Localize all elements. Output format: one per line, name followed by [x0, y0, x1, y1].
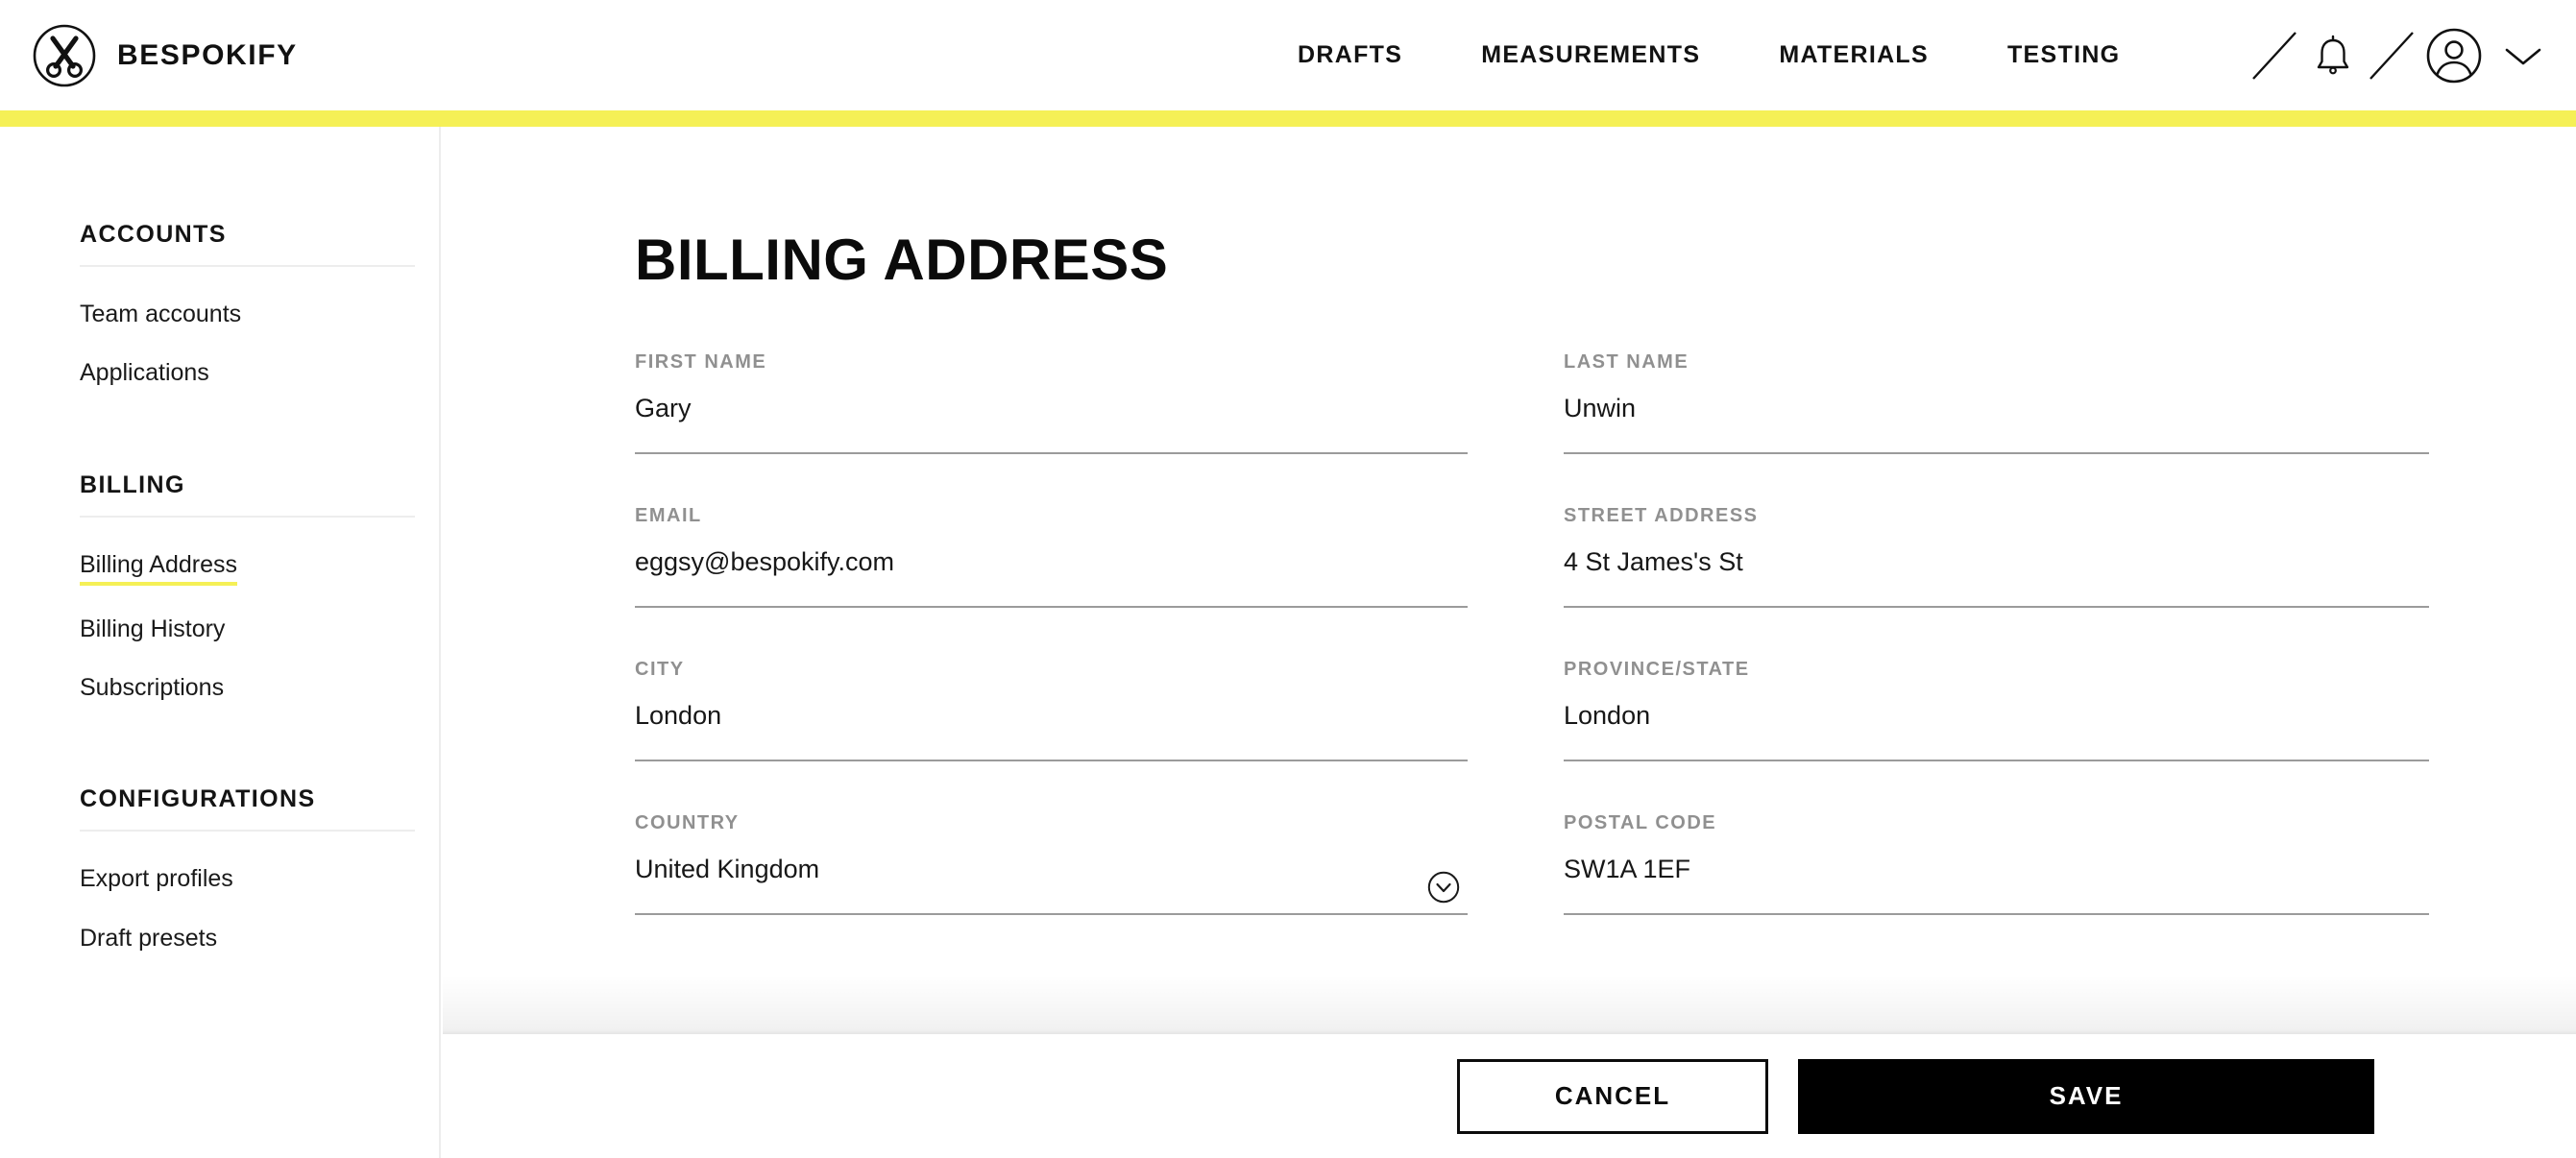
sidebar-item-billing-history[interactable]: Billing History — [80, 615, 225, 644]
email-input[interactable] — [635, 541, 1468, 583]
sidebar-section-billing: BILLING Billing Address Billing History … — [0, 471, 439, 704]
sidebar-heading-configurations: CONFIGURATIONS — [80, 785, 415, 832]
label-email: EMAIL — [635, 505, 702, 526]
nav-item-testing[interactable]: TESTING — [1968, 0, 2159, 110]
top-navigation-bar: BESPOKIFY DRAFTS MEASUREMENTS MATERIALS … — [0, 0, 2576, 110]
field-underline — [635, 606, 1468, 608]
bell-icon — [2317, 35, 2349, 74]
sidebar-item-draft-presets[interactable]: Draft presets — [80, 924, 217, 953]
save-button[interactable]: SAVE — [1798, 1058, 2374, 1134]
label-street-address: STREET ADDRESS — [1564, 505, 1759, 526]
page-title: BILLING ADDRESS — [635, 228, 1169, 292]
primary-nav: DRAFTS MEASUREMENTS MATERIALS TESTING — [1258, 0, 2159, 110]
label-province-state: PROVINCE/STATE — [1564, 659, 1750, 680]
label-first-name: FIRST NAME — [635, 351, 767, 373]
field-underline — [1564, 913, 2429, 915]
accent-bar — [0, 110, 2576, 127]
field-last-name: LAST NAME — [1564, 351, 2429, 505]
nav-item-drafts[interactable]: DRAFTS — [1258, 0, 1442, 110]
nav-item-materials[interactable]: MATERIALS — [1739, 0, 1968, 110]
field-underline — [1564, 606, 2429, 608]
country-select-input[interactable] — [635, 848, 1468, 890]
account-avatar-button[interactable] — [2422, 24, 2486, 87]
field-first-name: FIRST NAME — [635, 351, 1468, 505]
field-underline — [635, 452, 1468, 454]
city-input[interactable] — [635, 694, 1468, 736]
app-root: BESPOKIFY DRAFTS MEASUREMENTS MATERIALS … — [0, 0, 2576, 1158]
label-last-name: LAST NAME — [1564, 351, 1689, 373]
sidebar-item-export-profiles[interactable]: Export profiles — [80, 864, 233, 894]
field-underline — [1564, 452, 2429, 454]
scissors-in-circle-icon — [33, 24, 96, 86]
sidebar-item-subscriptions[interactable]: Subscriptions — [80, 673, 224, 703]
label-city: CITY — [635, 659, 685, 680]
sidebar-item-billing-address[interactable]: Billing Address — [80, 550, 237, 586]
label-country: COUNTRY — [635, 812, 740, 833]
user-avatar-icon — [2426, 28, 2482, 83]
last-name-input[interactable] — [1564, 387, 2429, 429]
field-city: CITY — [635, 659, 1468, 812]
sidebar-section-configurations: CONFIGURATIONS Export profiles Draft pre… — [0, 785, 439, 953]
account-menu-toggle[interactable] — [2495, 27, 2551, 84]
brand-name: BESPOKIFY — [117, 38, 298, 71]
form-action-bar: CANCEL SAVE — [443, 1034, 2576, 1158]
sidebar-heading-accounts: ACCOUNTS — [80, 221, 415, 267]
notifications-button[interactable] — [2301, 24, 2365, 87]
sidebar-item-team-accounts[interactable]: Team accounts — [80, 300, 241, 329]
sidebar-heading-billing: BILLING — [80, 471, 415, 518]
field-underline — [635, 913, 1468, 915]
field-province-state: PROVINCE/STATE — [1564, 659, 2429, 812]
brand-logo-link[interactable]: BESPOKIFY — [33, 0, 298, 110]
diagonal-separator-icon — [2252, 31, 2297, 80]
postal-code-input[interactable] — [1564, 848, 2429, 890]
street-address-input[interactable] — [1564, 541, 2429, 583]
field-email: EMAIL — [635, 505, 1468, 659]
main-content: BILLING ADDRESS FIRST NAME LAST NAME EMA… — [443, 127, 2576, 1158]
field-postal-code: POSTAL CODE — [1564, 812, 2429, 966]
settings-sidebar: ACCOUNTS Team accounts Applications BILL… — [0, 127, 441, 1158]
province-state-input[interactable] — [1564, 694, 2429, 736]
first-name-input[interactable] — [635, 387, 1468, 429]
cancel-button[interactable]: CANCEL — [1457, 1058, 1768, 1134]
field-country: COUNTRY — [635, 812, 1468, 966]
billing-address-form: FIRST NAME LAST NAME EMAIL STREET ADDRES… — [635, 351, 2429, 966]
nav-item-measurements[interactable]: MEASUREMENTS — [1442, 0, 1739, 110]
sidebar-section-accounts: ACCOUNTS Team accounts Applications — [0, 221, 439, 389]
chevron-down-circle-icon[interactable] — [1427, 871, 1460, 904]
sidebar-item-applications[interactable]: Applications — [80, 358, 209, 388]
label-postal-code: POSTAL CODE — [1564, 812, 1717, 833]
field-underline — [1564, 760, 2429, 761]
field-street-address: STREET ADDRESS — [1564, 505, 2429, 659]
diagonal-separator-icon — [2369, 31, 2414, 80]
top-right-actions — [2248, 0, 2551, 110]
field-underline — [635, 760, 1468, 761]
chevron-down-icon — [2505, 48, 2541, 64]
